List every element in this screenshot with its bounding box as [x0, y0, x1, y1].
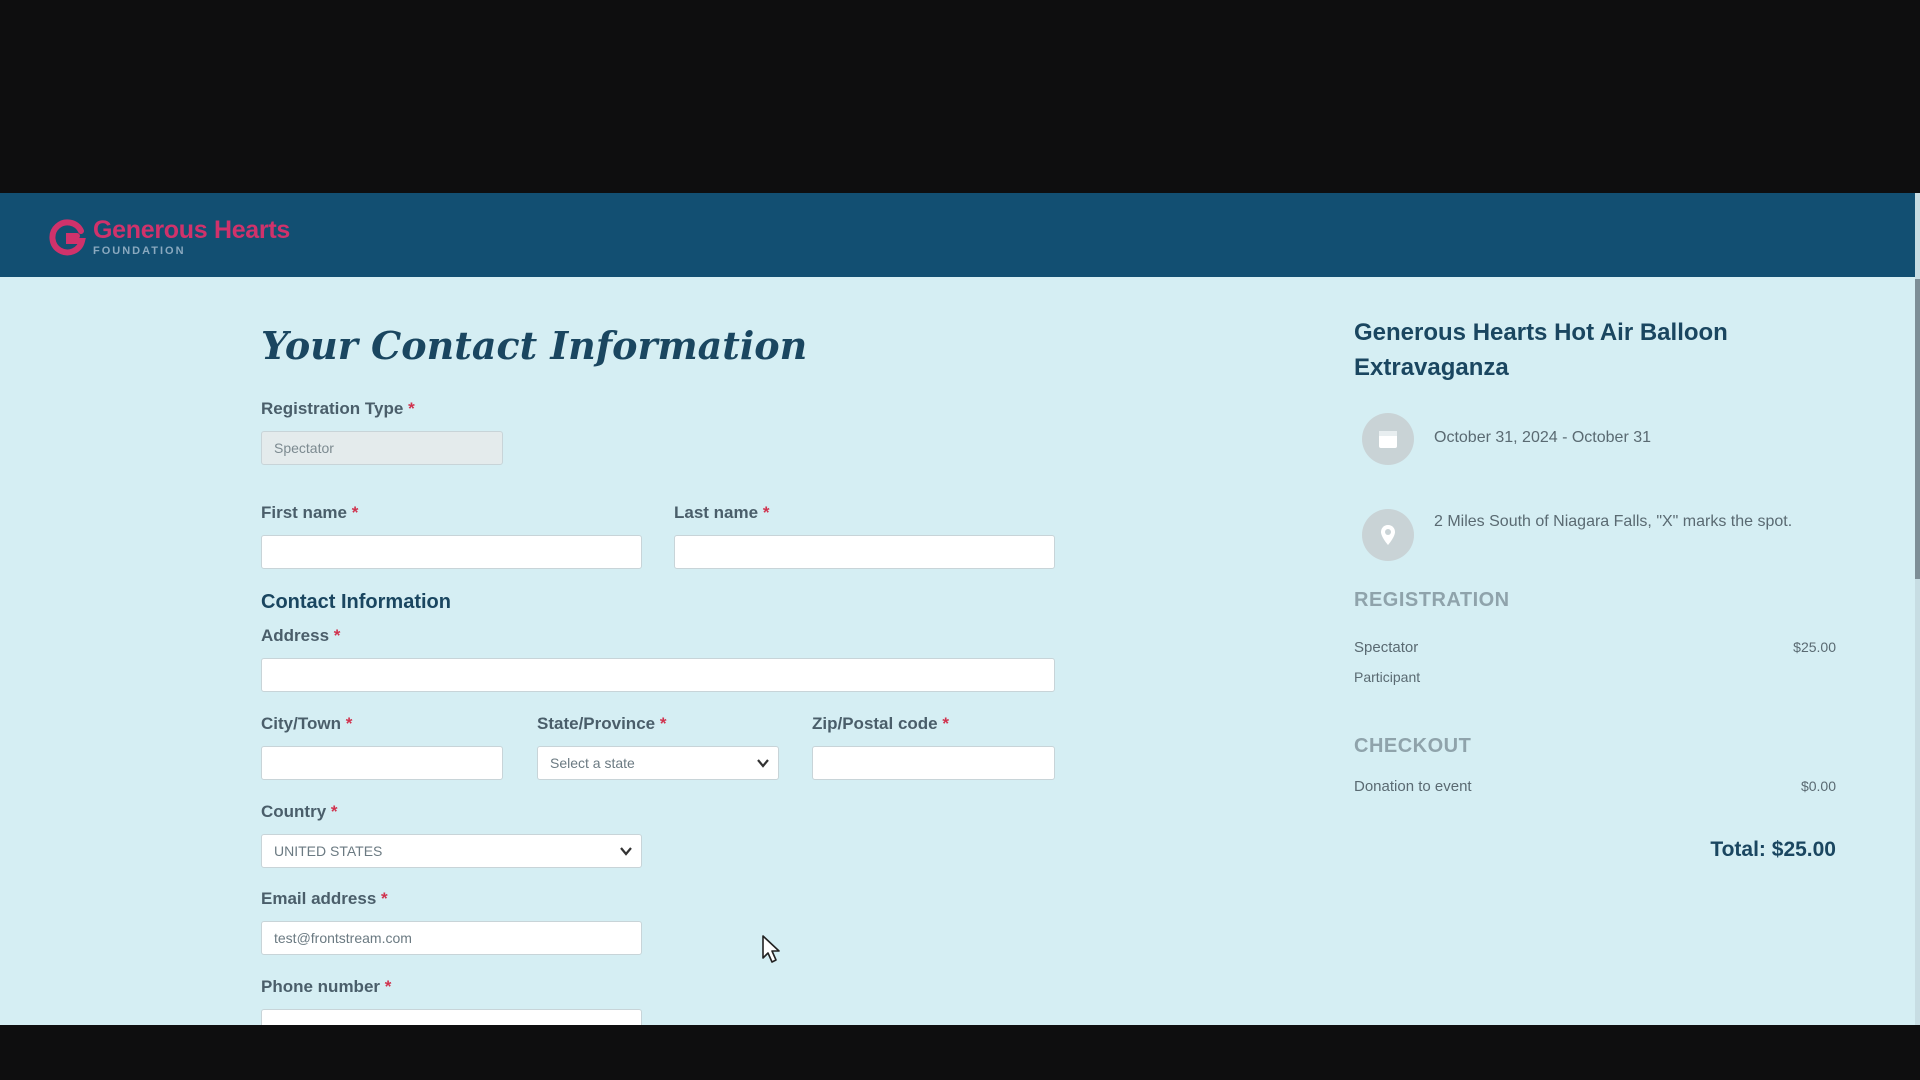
- brand-logo[interactable]: Generous Hearts FOUNDATION: [47, 215, 290, 259]
- brand-name: Generous Hearts: [93, 215, 290, 244]
- registration-item-label: Participant: [1354, 669, 1421, 685]
- state-select-value: Select a state: [550, 755, 635, 771]
- address-input[interactable]: [261, 658, 1055, 692]
- event-title: Generous Hearts Hot Air Balloon Extravag…: [1354, 319, 1728, 381]
- registration-heading: REGISTRATION: [1354, 589, 1510, 611]
- first-name-label: First name *: [261, 503, 359, 522]
- zip-label: Zip/Postal code *: [812, 714, 949, 733]
- registration-item: Spectator $25.00: [1354, 639, 1836, 656]
- zip-input[interactable]: [812, 746, 1055, 780]
- registration-item: Participant: [1354, 669, 1836, 685]
- registration-item-price: $25.00: [1793, 639, 1836, 655]
- page-title: Your Contact Information: [261, 323, 808, 368]
- browser-viewport: Generous Hearts FOUNDATION Your Contact …: [0, 193, 1920, 1025]
- country-label: Country *: [261, 802, 338, 821]
- calendar-icon: [1362, 413, 1414, 465]
- checkout-heading: CHECKOUT: [1354, 735, 1472, 757]
- scrollbar-thumb[interactable]: [1915, 279, 1920, 579]
- map-pin-icon: [1362, 509, 1414, 561]
- email-label: Email address *: [261, 889, 388, 908]
- phone-input[interactable]: [261, 1009, 642, 1025]
- country-select-value: UNITED STATES: [274, 843, 383, 859]
- event-location: 2 Miles South of Niagara Falls, "X" mark…: [1434, 513, 1793, 530]
- city-input[interactable]: [261, 746, 503, 780]
- first-name-input[interactable]: [261, 535, 642, 569]
- page-scrollbar[interactable]: [1915, 193, 1920, 1025]
- state-label: State/Province *: [537, 714, 667, 733]
- checkout-item-label: Donation to event: [1354, 778, 1472, 795]
- last-name-input[interactable]: [674, 535, 1055, 569]
- country-select[interactable]: UNITED STATES: [261, 834, 642, 868]
- phone-label: Phone number *: [261, 977, 392, 996]
- registration-type-label: Registration Type *: [261, 399, 415, 418]
- contact-section-heading: Contact Information: [261, 591, 451, 613]
- checkout-item: Donation to event $0.00: [1354, 778, 1836, 795]
- city-label: City/Town *: [261, 714, 353, 733]
- site-header: Generous Hearts FOUNDATION: [0, 193, 1920, 277]
- address-label: Address *: [261, 626, 341, 645]
- registration-type-field: Spectator: [261, 431, 503, 465]
- logo-mark-icon: [49, 219, 86, 256]
- mouse-cursor-icon: [762, 935, 780, 963]
- chevron-down-icon: [620, 847, 632, 856]
- state-select[interactable]: Select a state: [537, 746, 779, 780]
- checkout-item-price: $0.00: [1800, 778, 1836, 794]
- email-input[interactable]: test@frontstream.com: [261, 921, 642, 955]
- brand-subtitle: FOUNDATION: [93, 244, 186, 257]
- event-date: October 31, 2024 - October 31: [1434, 429, 1652, 446]
- last-name-label: Last name *: [674, 503, 770, 522]
- registration-item-label: Spectator: [1354, 639, 1419, 656]
- chevron-down-icon: [757, 759, 769, 768]
- order-total: Total: $25.00: [1710, 838, 1836, 861]
